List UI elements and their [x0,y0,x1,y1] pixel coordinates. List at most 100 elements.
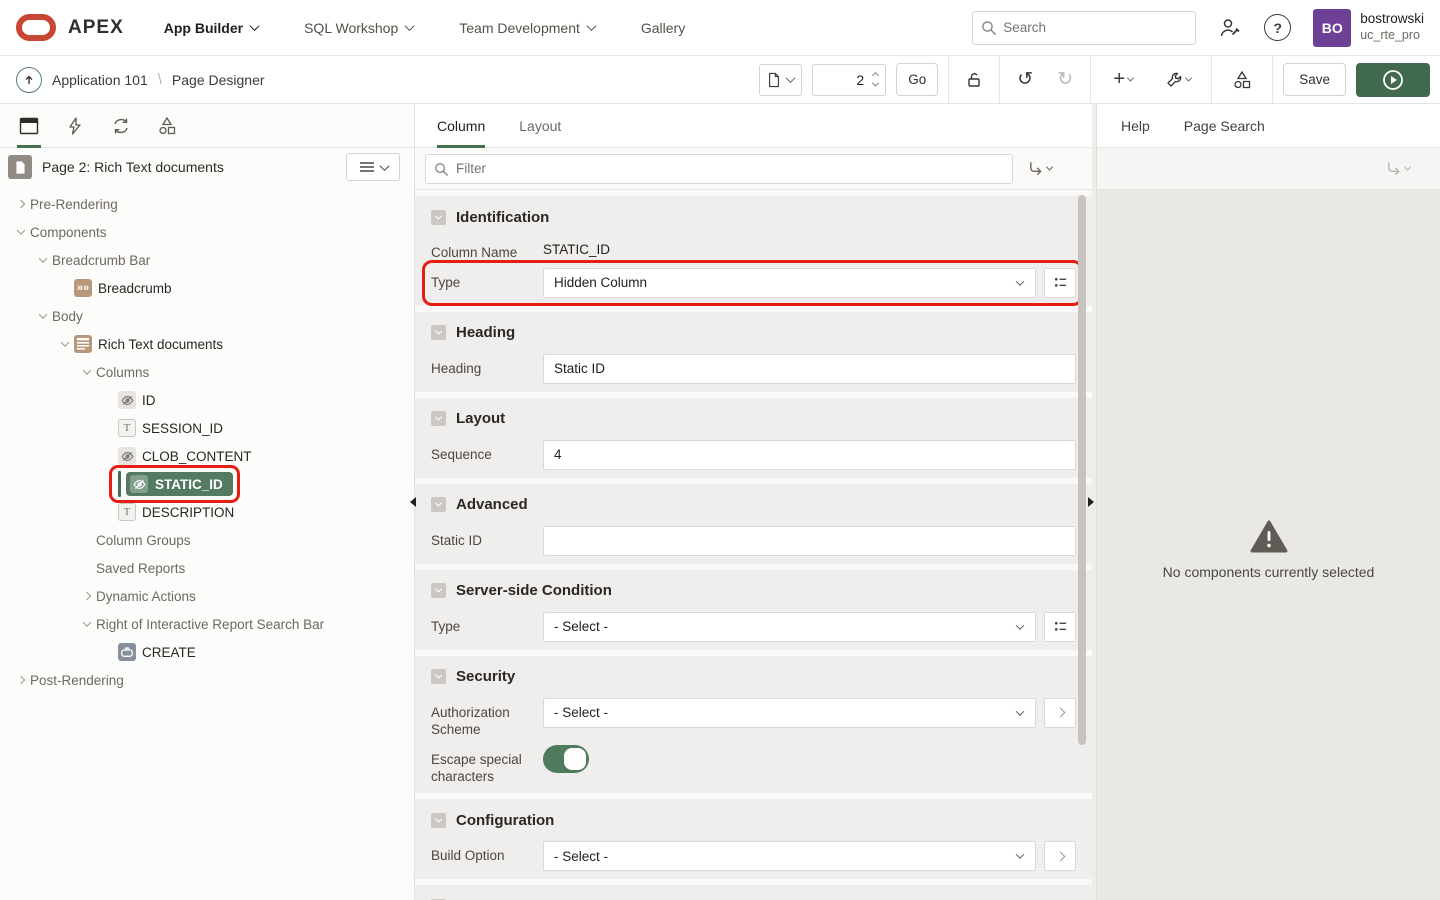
collapse-icon[interactable] [431,325,446,340]
tab-layout[interactable]: Layout [519,104,561,148]
tree-item-session-id[interactable]: TSESSION_ID [0,414,414,442]
property-filter-input[interactable] [425,154,1013,184]
escape-special-characters-toggle[interactable] [543,745,589,773]
collapse-right-splitter[interactable] [1088,497,1094,507]
section-header-security[interactable]: Security [431,662,1076,692]
tree-item-columns[interactable]: Columns [0,358,414,386]
collapse-left-splitter[interactable] [410,497,416,507]
go-to-section-icon-disabled[interactable] [1385,161,1410,176]
lock-icon[interactable] [959,64,989,96]
collapse-icon[interactable] [431,583,446,598]
type-quickpick-list-icon[interactable] [1044,612,1076,642]
tree-item-dynamic-actions[interactable]: Dynamic Actions [0,582,414,610]
tree-chevron-down-icon[interactable] [78,369,96,375]
tab-page-shared-components[interactable] [148,104,186,148]
section-configuration: ConfigurationBuild Option- Select - [415,799,1092,879]
tree-item-post-rendering[interactable]: Post-Rendering [0,666,414,694]
type-select[interactable]: - Select - [543,612,1036,642]
go-button[interactable]: Go [896,63,938,96]
section-header-configuration[interactable]: Configuration [431,805,1076,835]
page-number-spinner[interactable] [870,71,881,89]
type-select[interactable]: Hidden Column [543,268,1036,298]
save-button[interactable]: Save [1283,63,1346,96]
property-scrollbar[interactable] [1078,195,1086,745]
section-header-server-side-condition[interactable]: Server-side Condition [431,576,1076,606]
tree-chevron-right-icon[interactable] [78,593,96,599]
section-header-advanced[interactable]: Advanced [431,490,1076,520]
tree-item-pre-rendering[interactable]: Pre-Rendering [0,190,414,218]
page-number-input[interactable] [828,72,864,88]
tree-item-label: CREATE [142,645,196,660]
tree-item-breadcrumb[interactable]: »»Breadcrumb [0,274,414,302]
property-label: Type [431,268,543,298]
tree-item-components[interactable]: Components [0,218,414,246]
tree-chevron-right-icon[interactable] [12,677,30,683]
tree-chevron-down-icon[interactable] [56,341,74,347]
create-plus-icon[interactable]: + [1101,64,1145,96]
section-comments: Comments [415,885,1092,900]
user-menu[interactable]: BO bostrowski uc_rte_pro [1313,9,1424,47]
tree-item-id[interactable]: ID [0,386,414,414]
nav-team-development[interactable]: Team Development [459,20,595,36]
section-header-comments[interactable]: Comments [431,891,1076,900]
tree-menu-button[interactable] [346,153,400,181]
page-selector[interactable] [759,64,802,96]
shared-components-icon[interactable] [1222,64,1262,96]
tree-item-description[interactable]: TDESCRIPTION [0,498,414,526]
redo-icon[interactable]: ↻ [1050,64,1080,96]
tab-page-search[interactable]: Page Search [1184,118,1265,134]
collapse-icon[interactable] [431,669,446,684]
tree-item-static-id[interactable]: STATIC_ID [0,470,414,498]
tree-chevron-right-icon[interactable] [12,201,30,207]
build-option-select[interactable]: - Select - [543,841,1036,871]
nav-sql-workshop[interactable]: SQL Workshop [304,20,413,36]
tree-chevron-down-icon[interactable] [34,257,52,263]
tab-processing[interactable] [102,104,140,148]
heading-input[interactable] [543,354,1076,384]
chevron-down-icon [1016,621,1024,629]
tree-item-label: CLOB_CONTENT [142,449,252,464]
sequence-input[interactable] [543,440,1076,470]
collapse-icon[interactable] [431,411,446,426]
run-page-button[interactable] [1356,63,1430,97]
undo-icon[interactable]: ↺ [1010,64,1040,96]
tree-item-clob-content[interactable]: CLOB_CONTENT [0,442,414,470]
tree-item-breadcrumb-bar[interactable]: Breadcrumb Bar [0,246,414,274]
utilities-wrench-icon[interactable] [1155,64,1201,96]
global-search-input[interactable] [972,11,1196,45]
breadcrumb-page-designer: Page Designer [172,72,265,88]
nav-app-builder[interactable]: App Builder [164,20,258,36]
static-id-input[interactable] [543,526,1076,556]
tree-chevron-down-icon[interactable] [34,313,52,319]
authorization-scheme-select[interactable]: - Select - [543,698,1036,728]
tab-help[interactable]: Help [1121,118,1150,134]
section-header-layout[interactable]: Layout [431,404,1076,434]
tree-item-saved-reports[interactable]: Saved Reports [0,554,414,582]
tab-rendering[interactable] [10,104,48,148]
tree-chevron-down-icon[interactable] [12,229,30,235]
nav-gallery[interactable]: Gallery [641,20,685,36]
selected-node[interactable]: STATIC_ID [126,472,233,496]
authorization-scheme-goto-icon[interactable] [1044,698,1076,728]
go-to-group-icon[interactable] [1027,161,1078,176]
tree-item-rich-text-documents[interactable]: Rich Text documents [0,330,414,358]
tab-dynamic-actions[interactable] [56,104,94,148]
tree-chevron-down-icon[interactable] [78,621,96,627]
tree-item-right-of-interactive-report-search-bar[interactable]: Right of Interactive Report Search Bar [0,610,414,638]
collapse-icon[interactable] [431,497,446,512]
tree-item-column-groups[interactable]: Column Groups [0,526,414,554]
collapse-icon[interactable] [431,813,446,828]
up-to-application-icon[interactable] [16,67,42,93]
property-row-sequence: Sequence [431,440,1076,470]
breadcrumb-application[interactable]: Application 101 [52,72,148,88]
collapse-icon[interactable] [431,210,446,225]
build-option-goto-icon[interactable] [1044,841,1076,871]
tab-column[interactable]: Column [437,104,485,148]
help-icon[interactable]: ? [1264,14,1291,41]
section-header-identification[interactable]: Identification [431,202,1076,232]
type-quickpick-list-icon[interactable] [1044,268,1076,298]
section-header-heading[interactable]: Heading [431,318,1076,348]
tree-item-create[interactable]: CREATE [0,638,414,666]
tree-item-body[interactable]: Body [0,302,414,330]
admin-icon[interactable] [1218,16,1242,40]
